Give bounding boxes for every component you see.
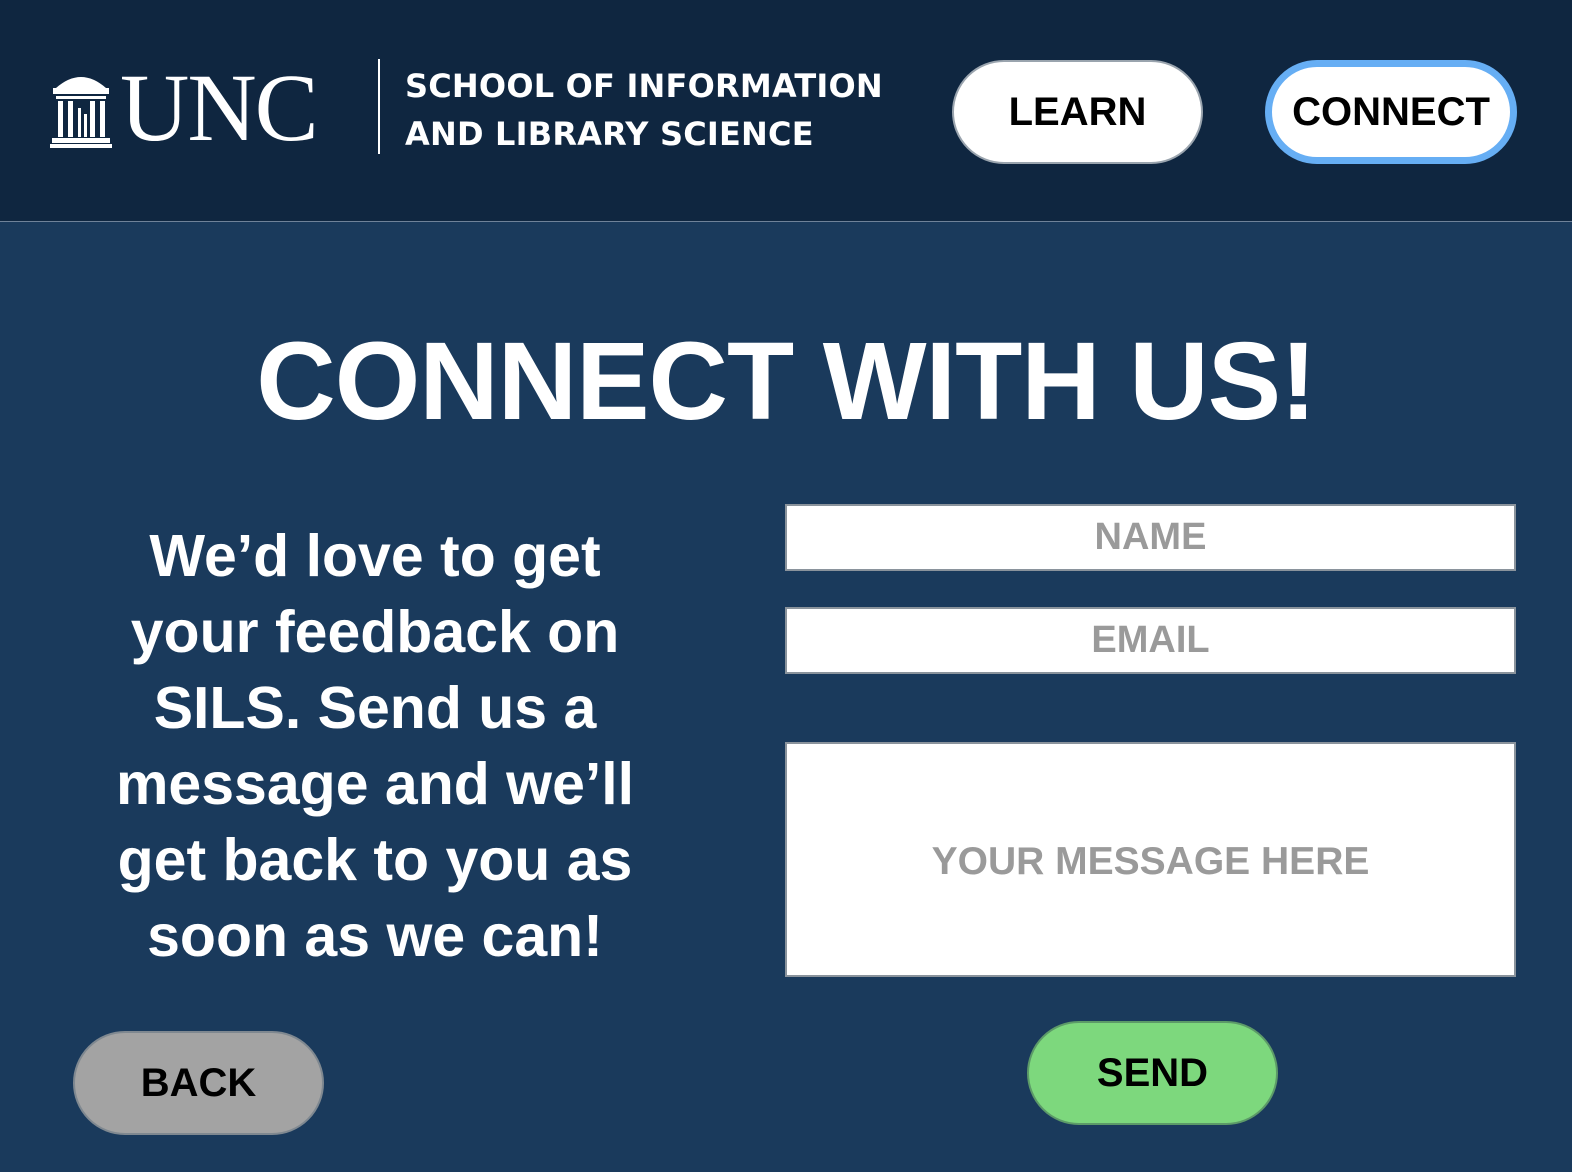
logo-divider [378,59,380,154]
back-button[interactable]: BACK [73,1031,324,1135]
intro-text: We’d love to get your feedback on SILS. … [115,523,635,969]
page-title: CONNECT WITH US! [256,320,1316,443]
site-header: UNC SCHOOL OF INFORMATION AND LIBRARY SC… [0,0,1572,222]
name-field[interactable] [785,504,1516,571]
send-button[interactable]: SEND [1027,1021,1278,1125]
nav-connect-button[interactable]: CONNECT [1265,60,1517,164]
email-field[interactable] [785,607,1516,674]
school-name-line2: AND LIBRARY SCIENCE [405,115,814,153]
school-name-line1: SCHOOL OF INFORMATION [405,67,883,105]
school-name: SCHOOL OF INFORMATION AND LIBRARY SCIENC… [405,62,883,158]
logo-wordmark: UNC [120,54,319,161]
old-well-icon [50,77,112,148]
message-field[interactable] [785,742,1516,977]
unc-logo[interactable]: UNC [50,54,319,161]
nav-learn-button[interactable]: LEARN [952,60,1203,164]
